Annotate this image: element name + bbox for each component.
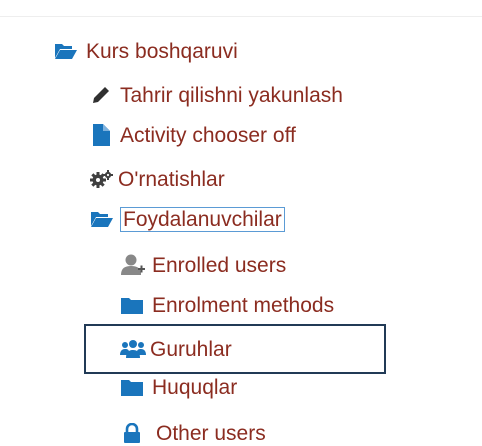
- tree-node-groups[interactable]: Guruhlar: [120, 334, 232, 364]
- tree-node-settings[interactable]: O'rnatishlar: [90, 164, 225, 194]
- file-icon: [90, 124, 112, 146]
- tree-node-users[interactable]: Foydalanuvchilar: [90, 204, 285, 234]
- tree-node-label: Guruhlar: [150, 337, 232, 361]
- cogs-icon: [90, 169, 114, 189]
- tree-node-label: Kurs boshqaruvi: [86, 39, 238, 63]
- tree-node-label: Other users: [156, 421, 266, 445]
- tree-node-enrolment-methods[interactable]: Enrolment methods: [120, 290, 334, 320]
- tree-node-course-administration[interactable]: Kurs boshqaruvi: [54, 36, 238, 66]
- tree-node-label: Enrolment methods: [152, 293, 335, 317]
- tree-node-enrolled-users[interactable]: Enrolled users: [120, 250, 286, 280]
- user-plus-icon: [120, 253, 146, 277]
- tree-node-permissions[interactable]: Huquqlar: [120, 372, 237, 402]
- tree-node-turn-editing-off[interactable]: Tahrir qilishni yakunlash: [90, 80, 343, 110]
- folder-open-icon: [54, 41, 78, 61]
- tree-node-label: Huquqlar: [152, 375, 238, 399]
- tree-node-label: Tahrir qilishni yakunlash: [120, 83, 343, 107]
- tree-node-label: Enrolled users: [152, 253, 287, 277]
- tree-node-label: Foydalanuvchilar: [120, 206, 285, 232]
- folder-open-icon: [90, 209, 114, 229]
- folder-icon: [120, 295, 144, 315]
- course-administration-panel: Kurs boshqaruvi Tahrir qilishni yakunlas…: [0, 0, 482, 446]
- tree-node-other-users[interactable]: Other users: [120, 418, 266, 446]
- folder-icon: [120, 377, 144, 397]
- users-icon: [120, 339, 146, 359]
- tree-node-activity-chooser[interactable]: Activity chooser off: [90, 120, 296, 150]
- tree-node-label: O'rnatishlar: [118, 167, 225, 191]
- divider: [0, 16, 482, 17]
- tree-node-label: Activity chooser off: [120, 123, 296, 147]
- lock-icon: [120, 423, 144, 443]
- pencil-icon: [90, 85, 112, 105]
